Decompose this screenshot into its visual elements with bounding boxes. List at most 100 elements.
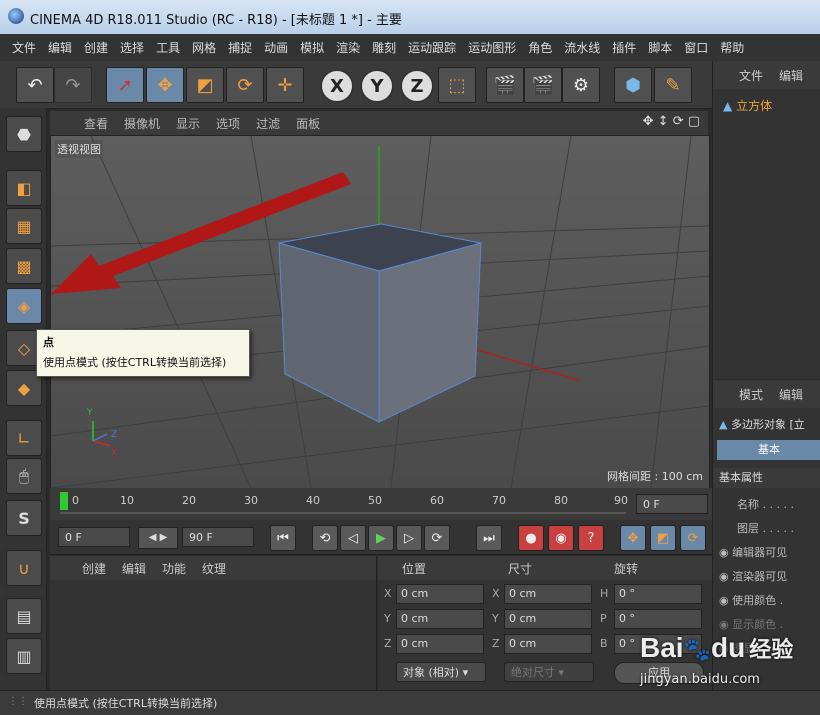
texture-mode-button[interactable]: ▦ [6, 208, 42, 244]
workplane-align-button[interactable]: ▥ [6, 638, 42, 674]
move-button[interactable]: ✥ [146, 67, 184, 103]
go-to-end-button[interactable]: ⏭ [476, 525, 502, 551]
max-frame-field[interactable]: 90 F [182, 527, 254, 547]
min-frame-field[interactable]: 0 F [58, 527, 130, 547]
solo-button[interactable]: S [6, 500, 42, 536]
viewport-menu-display[interactable]: 显示 [168, 115, 208, 132]
menu-motion-tracker[interactable]: 运动跟踪 [402, 39, 462, 56]
key-scale-button[interactable]: ◩ [650, 525, 676, 551]
render-settings-button[interactable]: ⚙ [562, 67, 600, 103]
scale-icon: ◩ [196, 74, 214, 96]
prev-frame-button[interactable]: ◁ [340, 525, 366, 551]
viewport-menu-view[interactable]: 查看 [76, 115, 116, 132]
keyframe-selection-button[interactable]: ? [578, 525, 604, 551]
objmgr-menu-file[interactable]: 文件 [731, 67, 771, 84]
size-mode-select[interactable]: 绝对尺寸 ▾ [504, 662, 594, 682]
points-mode-button[interactable]: ◈ [6, 288, 42, 324]
attr-use-color-label[interactable]: ◉ 使用颜色 . [719, 592, 783, 612]
coord-mode-select[interactable]: 对象 (相对) ▾ [396, 662, 486, 682]
menu-select[interactable]: 选择 [114, 39, 150, 56]
size-z-field[interactable]: 0 cm [504, 634, 592, 654]
enable-axis-button[interactable]: ∟ [6, 420, 42, 456]
viewport-menu-filter[interactable]: 过滤 [248, 115, 288, 132]
attr-menu-edit[interactable]: 编辑 [771, 386, 811, 403]
timeline-ruler[interactable]: 0 10 20 30 40 50 60 70 80 90 0 F [50, 488, 712, 520]
tweak-mode-button[interactable]: 🖱 [6, 458, 42, 494]
workplane-mode-button[interactable]: ▩ [6, 248, 42, 284]
perspective-viewport[interactable]: 透视视图 网格间距 : 100 cm Y X Z [50, 135, 710, 489]
rotate-button[interactable]: ⟳ [226, 67, 264, 103]
menu-edit[interactable]: 编辑 [42, 39, 78, 56]
gizmo-y-label: Y [87, 408, 93, 418]
menu-animate[interactable]: 动画 [258, 39, 294, 56]
menu-plugins[interactable]: 插件 [606, 39, 642, 56]
material-menu-edit[interactable]: 编辑 [114, 560, 154, 577]
attr-render-visible-label[interactable]: ◉ 渲染器可见 [719, 568, 787, 588]
key-rotation-button[interactable]: ⟳ [680, 525, 706, 551]
go-to-start-button[interactable]: ⏮ [270, 525, 296, 551]
undo-button[interactable]: ↶ [16, 67, 54, 103]
coordinate-system-button[interactable]: ⬚ [438, 67, 476, 103]
scale-button[interactable]: ◩ [186, 67, 224, 103]
range-slider[interactable]: ◀ ▶ [138, 527, 178, 549]
render-picture-viewer-button[interactable]: 🎬 [524, 67, 562, 103]
cube-primitive-button[interactable]: ⬢ [614, 67, 652, 103]
model-mode-button[interactable]: ◧ [6, 170, 42, 206]
key-position-button[interactable]: ✥ [620, 525, 646, 551]
autokey-button[interactable]: ◉ [548, 525, 574, 551]
play-button[interactable]: ▶ [368, 525, 394, 551]
make-editable-button[interactable]: ⬣ [6, 116, 42, 152]
material-menu-texture[interactable]: 纹理 [194, 560, 234, 577]
menu-help[interactable]: 帮助 [714, 39, 750, 56]
menu-create[interactable]: 创建 [78, 39, 114, 56]
pos-y-field[interactable]: 0 cm [396, 609, 484, 629]
menu-mesh[interactable]: 网格 [186, 39, 222, 56]
object-item-cube[interactable]: ▲ 立方体 [723, 97, 772, 114]
record-button[interactable]: ● [518, 525, 544, 551]
live-select-button[interactable]: ➚ [106, 67, 144, 103]
menu-character[interactable]: 角色 [522, 39, 558, 56]
menu-simulate[interactable]: 模拟 [294, 39, 330, 56]
menu-pipeline[interactable]: 流水线 [558, 39, 606, 56]
z-axis-lock-button[interactable]: Z [400, 69, 434, 103]
viewport-menu-panel[interactable]: 面板 [288, 115, 328, 132]
menu-sculpt[interactable]: 雕刻 [366, 39, 402, 56]
workplane-lock-button[interactable]: ▤ [6, 598, 42, 634]
menu-render[interactable]: 渲染 [330, 39, 366, 56]
next-frame-button[interactable]: ▷ [396, 525, 422, 551]
rot-h-field[interactable]: 0 ° [614, 584, 702, 604]
menu-snap[interactable]: 捕捉 [222, 39, 258, 56]
pos-z-field[interactable]: 0 cm [396, 634, 484, 654]
menu-script[interactable]: 脚本 [642, 39, 678, 56]
tab-basic[interactable]: 基本 [717, 440, 820, 460]
attr-menu-mode[interactable]: 模式 [731, 386, 771, 403]
viewport-nav-icons[interactable]: ✥ ↕ ⟳ ▢ [643, 114, 700, 129]
size-x-field[interactable]: 0 cm [504, 584, 592, 604]
material-menu-create[interactable]: 创建 [74, 560, 114, 577]
objmgr-menu-edit[interactable]: 编辑 [771, 67, 811, 84]
viewport-menu-cameras[interactable]: 摄像机 [116, 115, 168, 132]
viewport-menu-options[interactable]: 选项 [208, 115, 248, 132]
grid-lock-icon: ▤ [16, 606, 32, 626]
redo-button[interactable]: ↷ [54, 67, 92, 103]
menu-window[interactable]: 窗口 [678, 39, 714, 56]
rot-p-field[interactable]: 0 ° [614, 609, 702, 629]
y-axis-lock-button[interactable]: Y [360, 69, 394, 103]
playhead[interactable] [60, 492, 68, 510]
size-y-field[interactable]: 0 cm [504, 609, 592, 629]
transform-button[interactable]: ✛ [266, 67, 304, 103]
snap-button[interactable]: ∪ [6, 550, 42, 586]
attr-editor-visible-label[interactable]: ◉ 编辑器可见 [719, 544, 787, 564]
next-key-button[interactable]: ⟳ [424, 525, 450, 551]
material-menu-function[interactable]: 功能 [154, 560, 194, 577]
menu-tools[interactable]: 工具 [150, 39, 186, 56]
render-view-button[interactable]: 🎬 [486, 67, 524, 103]
pen-spline-button[interactable]: ✎ [654, 67, 692, 103]
pos-x-field[interactable]: 0 cm [396, 584, 484, 604]
prev-key-button[interactable]: ⟲ [312, 525, 338, 551]
tick-20: 20 [182, 494, 196, 507]
current-frame-field[interactable]: 0 F [636, 494, 708, 514]
menu-file[interactable]: 文件 [6, 39, 42, 56]
x-axis-lock-button[interactable]: X [320, 69, 354, 103]
menu-mograph[interactable]: 运动图形 [462, 39, 522, 56]
